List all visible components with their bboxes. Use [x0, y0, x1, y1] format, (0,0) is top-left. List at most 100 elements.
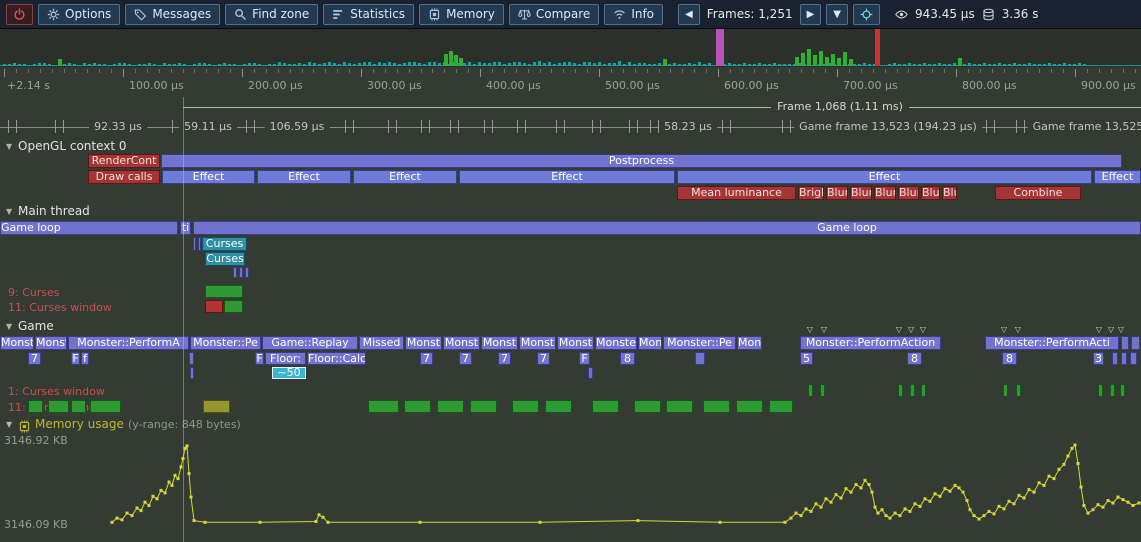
frame-bar[interactable] [493, 62, 496, 66]
frame-bar[interactable] [698, 62, 701, 66]
frame-bar[interactable] [193, 64, 196, 66]
zone-bar[interactable] [470, 400, 497, 413]
frame-bar[interactable] [223, 63, 226, 66]
message-marker-icon[interactable]: ▽ [920, 325, 926, 334]
zone-game-replay[interactable]: Game::Replay [262, 336, 358, 350]
frame-bar-slow[interactable] [449, 51, 453, 66]
frame-bar[interactable] [868, 64, 871, 66]
frame-bar-slow[interactable] [444, 54, 448, 66]
zone-combine[interactable]: Combine [995, 186, 1081, 200]
message-marker-icon[interactable]: ▽ [807, 325, 813, 334]
frame-bar[interactable] [608, 63, 611, 66]
frame-bar[interactable] [573, 63, 576, 66]
frame-bar[interactable] [583, 62, 586, 66]
frame-bar[interactable] [1013, 63, 1016, 66]
frame-bar[interactable] [103, 64, 106, 66]
frame-bar[interactable] [258, 64, 261, 66]
frame-bar[interactable] [53, 65, 56, 66]
frame-bar[interactable] [988, 64, 991, 66]
zone-bar[interactable] [545, 400, 572, 413]
zone-f[interactable]: F [255, 352, 264, 365]
frame-bar[interactable] [73, 64, 76, 66]
frame-bar[interactable] [853, 64, 856, 66]
frame-bar[interactable] [978, 64, 981, 66]
next-frame-button[interactable]: ▶ [800, 4, 822, 25]
section-header-game[interactable]: Game [18, 319, 54, 333]
frame-bar-slow[interactable] [58, 59, 62, 66]
frame-bar[interactable] [508, 63, 511, 66]
frame-bar[interactable] [23, 64, 26, 66]
zone-8[interactable]: 8 [907, 352, 922, 365]
zone-bar[interactable] [437, 400, 464, 413]
zone-blur[interactable]: Blur [921, 186, 940, 200]
frame-band-line[interactable] [183, 107, 1141, 108]
zone-bar[interactable] [1112, 352, 1118, 365]
frame-bar[interactable] [488, 63, 491, 66]
zone-monst[interactable]: Monst [557, 336, 594, 350]
frame-bar[interactable] [1023, 64, 1026, 66]
zone-game-loop[interactable]: Game loop [193, 221, 1141, 235]
zone-monster-performacti[interactable]: Monster::PerformActi [985, 336, 1119, 350]
frame-bar[interactable] [333, 63, 336, 66]
zone-bar[interactable] [90, 400, 121, 413]
zone-bar[interactable] [239, 267, 243, 278]
zone-bar[interactable] [1110, 384, 1115, 397]
zone-bar[interactable] [203, 400, 230, 413]
frame-bar[interactable] [298, 63, 301, 66]
section-header-memory-usage[interactable]: Memory usage [35, 417, 124, 431]
info-button[interactable]: Info [604, 4, 663, 25]
zone-f[interactable]: F [71, 352, 80, 365]
frame-bar[interactable] [858, 64, 861, 66]
frame-bar[interactable] [653, 64, 656, 66]
zone-game-loop[interactable]: Game loop [0, 221, 178, 235]
frame-bar[interactable] [288, 64, 291, 66]
frame-bar[interactable] [928, 64, 931, 66]
zone-bar[interactable] [1121, 336, 1129, 350]
zone-bar[interactable] [769, 400, 793, 413]
frame-bar[interactable] [183, 64, 186, 66]
frame-bar[interactable] [413, 62, 416, 66]
frame-bar[interactable] [433, 62, 436, 66]
frame-bar[interactable] [88, 64, 91, 66]
section-header-main-thread[interactable]: Main thread [18, 204, 90, 218]
zone-bar[interactable] [1016, 384, 1021, 397]
zone-bar[interactable] [820, 384, 825, 397]
frame-bar[interactable] [1038, 64, 1041, 66]
frame-bar[interactable] [13, 63, 16, 66]
messages-button[interactable]: Messages [125, 4, 220, 25]
message-marker-icon[interactable]: ▽ [896, 325, 902, 334]
zone-bar[interactable] [910, 384, 915, 397]
frame-bar-slow[interactable] [837, 58, 841, 66]
frame-bar[interactable] [948, 64, 951, 66]
frame-separator-label[interactable]: 106.59 μs [265, 120, 330, 133]
frame-bar[interactable] [48, 64, 51, 66]
frame-bar[interactable] [673, 63, 676, 66]
zone-bar[interactable] [592, 400, 619, 413]
frame-bar[interactable] [743, 63, 746, 66]
frame-bar[interactable] [548, 62, 551, 66]
frame-bar[interactable] [513, 62, 516, 66]
zone-7[interactable]: 7 [498, 352, 511, 365]
zone-bar[interactable] [703, 400, 730, 413]
frame-bar[interactable] [703, 64, 706, 66]
zone-bar[interactable] [233, 267, 237, 278]
zone-bar[interactable] [666, 400, 693, 413]
zone-effect[interactable]: Effect [162, 170, 255, 184]
frame-bar[interactable] [993, 64, 996, 66]
frame-bar[interactable] [408, 62, 411, 66]
zone-bar[interactable] [1098, 384, 1103, 397]
zone-bar[interactable] [1121, 352, 1127, 365]
message-marker-icon[interactable]: ▽ [908, 325, 914, 334]
frame-bar-slow[interactable] [813, 55, 817, 66]
frame-bar[interactable] [3, 64, 6, 66]
frame-bar[interactable] [398, 64, 401, 66]
zone-monster-performa[interactable]: Monster::PerformA [68, 336, 189, 350]
frame-bar[interactable] [778, 64, 781, 66]
frame-bar[interactable] [158, 65, 161, 66]
zone-rendercont[interactable]: RenderCont [88, 154, 160, 168]
frame-bar-slow[interactable] [795, 57, 799, 66]
frame-bar[interactable] [623, 64, 626, 66]
frame-bar[interactable] [148, 63, 151, 66]
frame-bar[interactable] [598, 62, 601, 66]
frame-bar[interactable] [293, 64, 296, 66]
